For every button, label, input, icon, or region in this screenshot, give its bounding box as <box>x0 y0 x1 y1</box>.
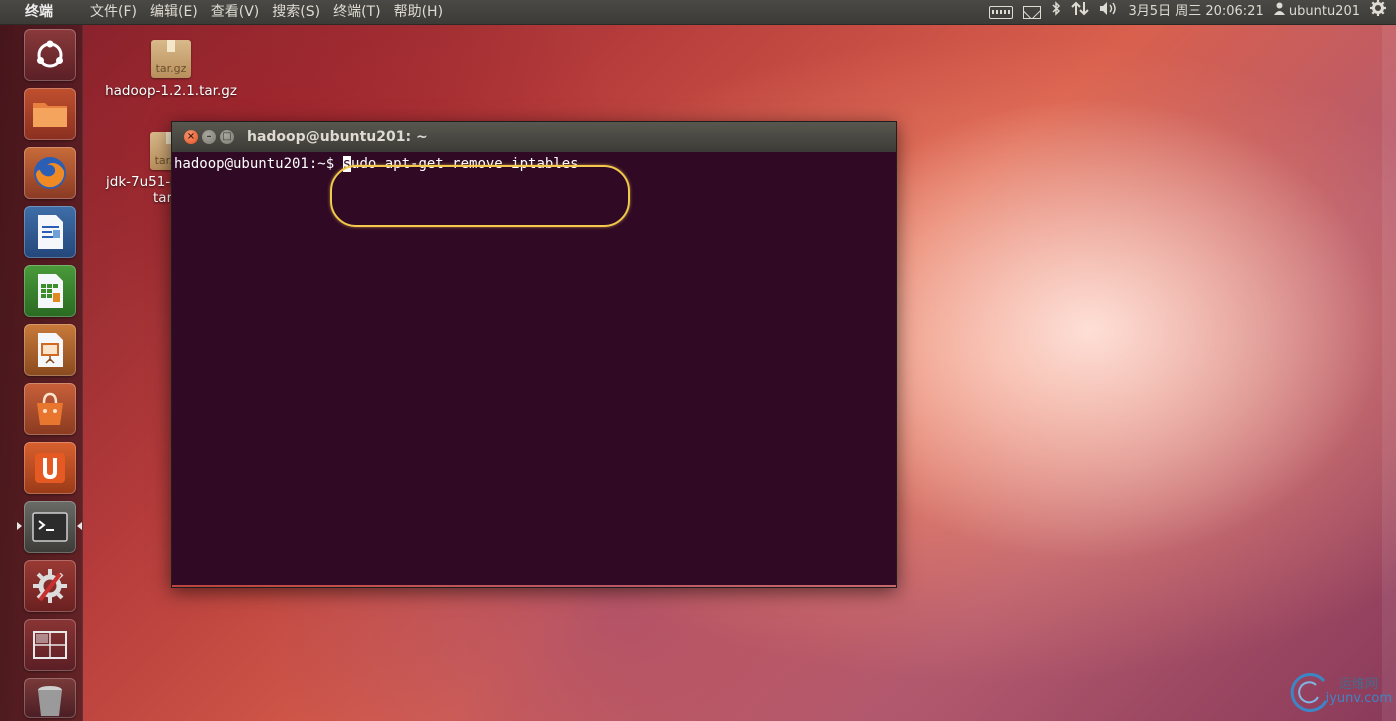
gear-icon[interactable] <box>1370 0 1386 24</box>
prompt: hadoop@ubuntu201:~$ <box>174 156 343 172</box>
window-title: hadoop@ubuntu201: ~ <box>247 129 428 145</box>
desktop-file-hadoop[interactable]: tar.gz hadoop-1.2.1.tar.gz <box>100 40 242 99</box>
menu-help[interactable]: 帮助(H) <box>394 0 443 24</box>
keyboard-icon[interactable] <box>988 5 1013 19</box>
watermark-text-cn: 运维网 <box>1338 677 1378 692</box>
system-tray: 3月5日 周三 20:06:21 ubuntu201 <box>988 0 1386 24</box>
files-folder-icon[interactable] <box>24 88 76 140</box>
libreoffice-impress-icon[interactable] <box>24 324 76 376</box>
bluetooth-icon[interactable] <box>1051 0 1061 24</box>
launcher <box>0 25 83 721</box>
system-settings-icon[interactable] <box>24 560 76 612</box>
dash-home-icon[interactable] <box>24 29 76 81</box>
user-name: ubuntu201 <box>1288 4 1360 19</box>
user-menu[interactable]: ubuntu201 <box>1273 0 1360 24</box>
libreoffice-calc-icon[interactable] <box>24 265 76 317</box>
minimize-button[interactable]: – <box>202 130 216 144</box>
workspace-switcher-icon[interactable] <box>24 619 76 671</box>
software-center-icon[interactable] <box>24 383 76 435</box>
right-edge-strip <box>1382 25 1396 721</box>
active-indicator <box>17 522 22 530</box>
terminal-window[interactable]: × – □ hadoop@ubuntu201: ~ hadoop@ubuntu2… <box>171 121 897 588</box>
watermark-swirl-icon <box>1290 673 1328 712</box>
firefox-icon[interactable] <box>24 147 76 199</box>
terminal-icon[interactable] <box>24 501 76 553</box>
annotation-highlight-ring <box>330 165 630 227</box>
mail-icon[interactable] <box>1022 5 1041 19</box>
clock[interactable]: 3月5日 周三 20:06:21 <box>1129 0 1264 24</box>
menu-terminal[interactable]: 终端(T) <box>333 0 380 24</box>
network-icon[interactable] <box>1070 0 1089 24</box>
terminal-output[interactable]: hadoop@ubuntu201:~$ sudo apt-get remove … <box>172 152 896 585</box>
menu-bar: 文件(F) 编辑(E) 查看(V) 搜索(S) 终端(T) 帮助(H) <box>90 0 443 24</box>
ubuntu-one-icon[interactable] <box>24 442 76 494</box>
menu-view[interactable]: 查看(V) <box>211 0 260 24</box>
desktop-file-label: hadoop-1.2.1.tar.gz <box>105 83 237 99</box>
menu-edit[interactable]: 编辑(E) <box>150 0 198 24</box>
window-titlebar[interactable]: × – □ hadoop@ubuntu201: ~ <box>172 122 896 152</box>
libreoffice-writer-icon[interactable] <box>24 206 76 258</box>
user-icon <box>1273 2 1285 15</box>
active-app-name: 终端 <box>25 4 53 20</box>
menu-file[interactable]: 文件(F) <box>90 0 137 24</box>
focus-indicator <box>77 522 82 530</box>
watermark-text-url: iyunv.com <box>1325 691 1392 706</box>
close-button[interactable]: × <box>184 130 198 144</box>
volume-icon[interactable] <box>1099 0 1119 24</box>
archive-icon: tar.gz <box>151 40 191 78</box>
trash-icon[interactable] <box>24 678 76 718</box>
top-panel: 终端 文件(F) 编辑(E) 查看(V) 搜索(S) 终端(T) 帮助(H) 3… <box>0 0 1396 25</box>
maximize-button[interactable]: □ <box>220 130 234 144</box>
menu-search[interactable]: 搜索(S) <box>272 0 320 24</box>
watermark-logo: 运维网 iyunv.com <box>1286 671 1396 715</box>
